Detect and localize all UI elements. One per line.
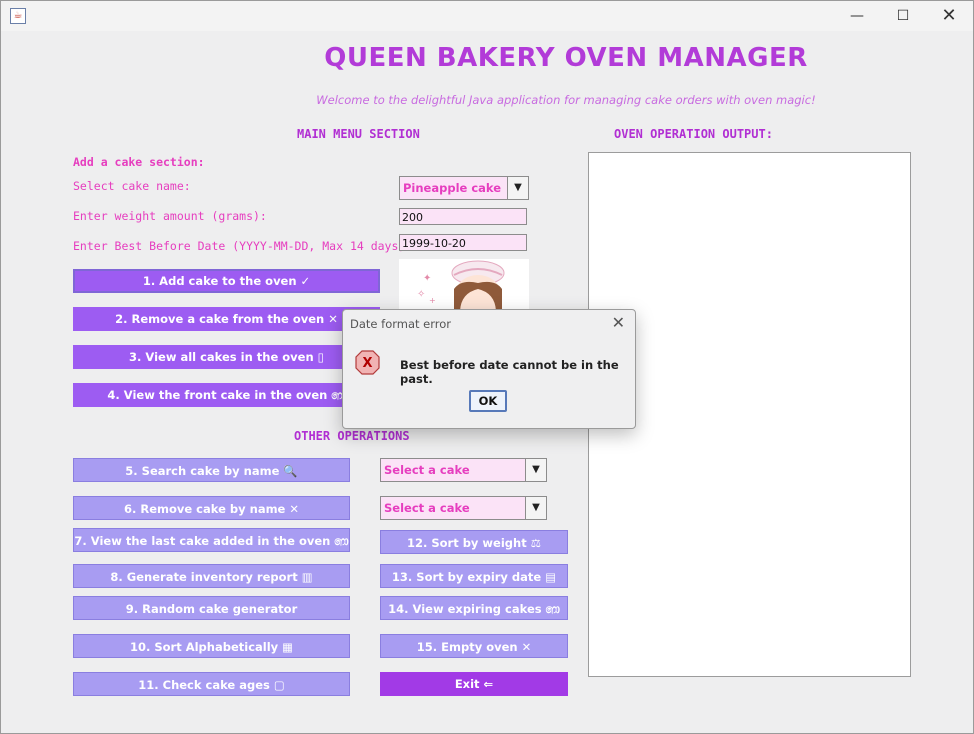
title-bar: ☕ — ☐ ✕ — [1, 1, 973, 31]
chevron-down-icon[interactable]: ▼ — [507, 177, 528, 199]
check-cake-ages-button[interactable]: 11. Check cake ages ▢ — [73, 672, 350, 696]
random-cake-button[interactable]: 9. Random cake generator — [73, 596, 350, 620]
oven-output-area[interactable] — [588, 152, 911, 677]
close-icon[interactable]: ✕ — [926, 1, 972, 31]
chevron-down-icon[interactable]: ▼ — [525, 497, 546, 519]
page-title: QUEEN BAKERY OVEN MANAGER — [324, 43, 808, 73]
main-menu-title: MAIN MENU SECTION — [297, 127, 420, 141]
cake-name-select[interactable]: Pineapple cake ▼ — [399, 176, 529, 200]
chevron-down-icon[interactable]: ▼ — [525, 459, 546, 481]
sort-by-expiry-button[interactable]: 13. Sort by expiry date ▤ — [380, 564, 568, 588]
inventory-report-button[interactable]: 8. Generate inventory report ▥ — [73, 564, 350, 588]
empty-oven-button[interactable]: 15. Empty oven ✕ — [380, 634, 568, 658]
dialog-message: Best before date cannot be in the past. — [400, 358, 619, 386]
weight-label: Enter weight amount (grams): — [73, 209, 267, 223]
close-icon[interactable]: ✕ — [612, 313, 625, 332]
select-cake-label: Select cake name: — [73, 179, 191, 193]
svg-text:✦: ✦ — [423, 273, 431, 284]
sort-alphabetically-button[interactable]: 10. Sort Alphabetically ▦ — [73, 634, 350, 658]
java-cup-icon: ☕ — [10, 8, 26, 24]
output-title: OVEN OPERATION OUTPUT: — [614, 127, 773, 141]
page-subtitle: Welcome to the delightful Java applicati… — [316, 93, 816, 107]
error-x-icon: X — [355, 350, 380, 375]
view-front-cake-button[interactable]: 4. View the front cake in the oven ෩ — [73, 383, 380, 407]
remove-cake-select[interactable]: Select a cake ▼ — [380, 496, 547, 520]
date-label: Enter Best Before Date (YYYY-MM-DD, Max … — [73, 239, 413, 253]
add-section-label: Add a cake section: — [73, 155, 205, 169]
svg-text:✧: ✧ — [417, 289, 425, 300]
search-cake-button[interactable]: 5. Search cake by name 🔍 — [73, 458, 350, 482]
minimize-icon[interactable]: — — [834, 1, 880, 31]
view-expiring-button[interactable]: 14. View expiring cakes ෩ — [380, 596, 568, 620]
best-before-date-field[interactable]: 1999-10-20 — [399, 234, 527, 251]
cake-name-select-value: Pineapple cake — [403, 181, 502, 195]
remove-by-name-button[interactable]: 6. Remove cake by name ✕ — [73, 496, 350, 520]
weight-field[interactable]: 200 — [399, 208, 527, 225]
search-cake-select-value: Select a cake — [384, 463, 470, 477]
exit-button[interactable]: Exit ⇐ — [380, 672, 568, 696]
ok-button[interactable]: OK — [469, 390, 507, 412]
search-cake-select[interactable]: Select a cake ▼ — [380, 458, 547, 482]
error-dialog: Date format error ✕ X Best before date c… — [342, 309, 636, 429]
svg-text:X: X — [362, 356, 372, 371]
view-all-cakes-button[interactable]: 3. View all cakes in the oven ▯ — [73, 345, 380, 369]
other-operations-title: OTHER OPERATIONS — [294, 429, 410, 443]
maximize-icon[interactable]: ☐ — [880, 1, 926, 31]
sort-by-weight-button[interactable]: 12. Sort by weight ⚖ — [380, 530, 568, 554]
svg-text:+: + — [429, 296, 436, 305]
add-cake-button[interactable]: 1. Add cake to the oven ✓ — [73, 269, 380, 293]
remove-cake-button[interactable]: 2. Remove a cake from the oven ✕ — [73, 307, 380, 331]
chef-girl-image: ✦ ✧ + — [399, 259, 529, 311]
app-window: ☕ — ☐ ✕ QUEEN BAKERY OVEN MANAGER Welcom… — [0, 0, 974, 734]
dialog-title: Date format error — [350, 317, 452, 331]
view-last-cake-button[interactable]: 7. View the last cake added in the oven … — [73, 528, 350, 552]
remove-cake-select-value: Select a cake — [384, 501, 470, 515]
